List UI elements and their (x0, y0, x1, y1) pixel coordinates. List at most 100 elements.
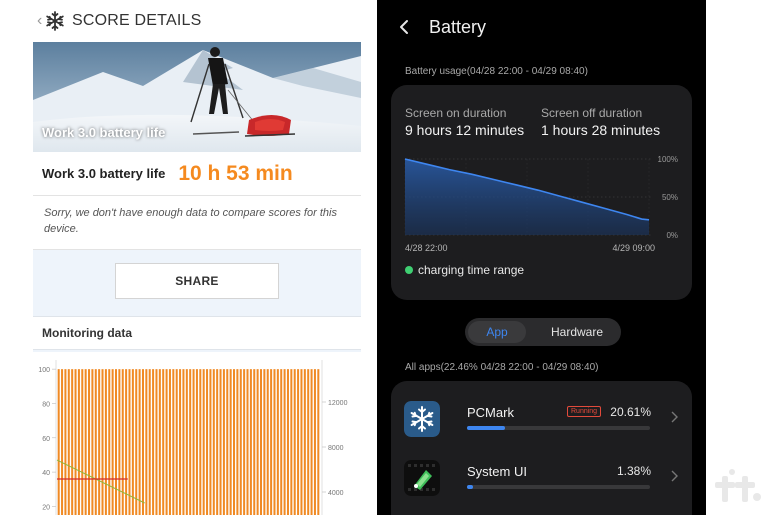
share-button[interactable]: SHARE (115, 263, 279, 299)
chart-bar (290, 369, 293, 515)
chart-bar (118, 369, 121, 515)
chart-bar (94, 369, 97, 515)
chart-bar (172, 369, 175, 515)
no-data-notice: Sorry, we don't have enough data to comp… (33, 196, 361, 250)
legend-dot (405, 266, 413, 274)
chart-bar (84, 369, 87, 515)
android-icon (404, 460, 440, 496)
app-percent: 20.61% (610, 405, 651, 419)
monitoring-chart: 100 80 60 40 20 12000 8000 4000 (33, 352, 361, 515)
chart-bar (152, 369, 155, 515)
monitoring-chart-svg: 100 80 60 40 20 12000 8000 4000 (38, 360, 348, 515)
usage-bar-track (467, 485, 650, 489)
left-tick-label: 20 (42, 504, 50, 511)
legend-label: charging time range (418, 263, 525, 277)
right-tick-label: 4000 (328, 490, 344, 497)
chart-bar (216, 369, 219, 515)
chart-bar (283, 369, 286, 515)
chart-bar (67, 369, 70, 515)
chart-bar (128, 369, 131, 515)
chart-bar (209, 369, 212, 515)
app-name: PCMark (467, 405, 514, 420)
chart-bar (162, 369, 165, 515)
charging-legend: charging time range (405, 263, 524, 277)
battery-area (405, 159, 649, 235)
y-tick-label: 0% (666, 231, 678, 240)
page-title: SCORE DETAILS (72, 12, 202, 29)
screen-on-value: 9 hours 12 minutes (405, 122, 525, 138)
chart-bar (185, 369, 188, 515)
chart-bar (229, 369, 232, 515)
chart-bar (317, 369, 320, 515)
chart-bar (233, 369, 236, 515)
battery-usage-label: Battery usage(04/28 22:00 - 04/29 08:40) (405, 66, 588, 77)
left-tick-label: 60 (42, 436, 50, 443)
chart-bar (202, 369, 205, 515)
back-icon[interactable]: ‹ (37, 12, 45, 30)
chart-bar (141, 369, 144, 515)
chart-bar (104, 369, 107, 515)
all-apps-label: All apps(22.46% 04/28 22:00 - 04/29 08:4… (405, 362, 599, 373)
chart-bar (293, 369, 296, 515)
battery-header: Battery (377, 0, 706, 54)
chart-bar (155, 369, 158, 515)
app-row-system-ui[interactable]: System UI 1.38% (391, 460, 692, 515)
chart-bar (236, 369, 239, 515)
chart-bar (74, 369, 77, 515)
x-tick-label: 4/28 22:00 (405, 243, 448, 253)
left-tick-label: 80 (42, 401, 50, 408)
battery-usage-card: Screen on duration 9 hours 12 minutes Sc… (391, 85, 692, 300)
usage-bar-fill (467, 485, 474, 489)
chart-bar (263, 369, 266, 515)
screen-off-value: 1 hours 28 minutes (541, 122, 661, 138)
chevron-right-icon (671, 411, 678, 423)
chart-bar (259, 369, 263, 515)
right-tick-label: 8000 (328, 445, 344, 452)
score-row: Work 3.0 battery life 10 h 53 min (33, 152, 361, 196)
chart-bar (145, 369, 148, 515)
app-percent: 1.38% (616, 464, 651, 478)
chart-bar (81, 369, 84, 515)
chevron-left-icon[interactable] (397, 19, 411, 35)
chart-bar (206, 369, 209, 515)
chart-bar (114, 369, 118, 515)
chart-bar (307, 369, 310, 515)
right-tick-label: 12000 (328, 400, 348, 407)
chart-bar (276, 369, 279, 515)
screen-on-label: Screen on duration (405, 106, 507, 120)
trend-line (56, 459, 145, 504)
hero-label: Work 3.0 battery life (42, 125, 166, 140)
chart-bar (131, 369, 134, 515)
chart-bar (195, 369, 198, 515)
usage-bar-track (467, 426, 650, 430)
chart-bar (199, 369, 202, 515)
chart-bar (212, 369, 215, 515)
battery-level-chart: 100% 50% 0% 4/28 22:00 4/29 09:00 (404, 155, 678, 253)
chart-bar (256, 369, 259, 515)
left-tick-label: 40 (42, 470, 50, 477)
chart-bar (135, 369, 138, 515)
view-toggle: App Hardware (465, 318, 621, 346)
chart-bar (192, 369, 195, 515)
chart-bar (175, 369, 178, 515)
watermark-logo (715, 469, 761, 502)
chart-bar (280, 369, 283, 515)
monitoring-title: Monitoring data (33, 316, 361, 350)
chart-bar (148, 369, 151, 515)
chart-bar (98, 369, 101, 515)
tab-app[interactable]: App (468, 321, 526, 343)
chart-bar (182, 369, 185, 515)
score-details-panel: ‹ SCORE DETAILS Work 3.0 battery life Wo… (33, 0, 361, 515)
snowflake-icon (404, 401, 440, 437)
app-row-pcmark[interactable]: PCMark Running 20.61% (391, 401, 692, 457)
screen-on-block: Screen on duration 9 hours 12 minutes (405, 106, 524, 138)
chart-bar (253, 369, 256, 515)
chart-bar (286, 369, 289, 515)
screenshot-root: ‹ SCORE DETAILS Work 3.0 battery life Wo… (0, 0, 770, 515)
chart-bar (313, 369, 316, 515)
tab-hardware[interactable]: Hardware (539, 321, 615, 343)
screen-off-label: Screen off duration (541, 106, 643, 120)
usage-bar-fill (467, 426, 505, 430)
left-tick-label: 100 (38, 367, 50, 374)
chart-bar (270, 369, 273, 515)
